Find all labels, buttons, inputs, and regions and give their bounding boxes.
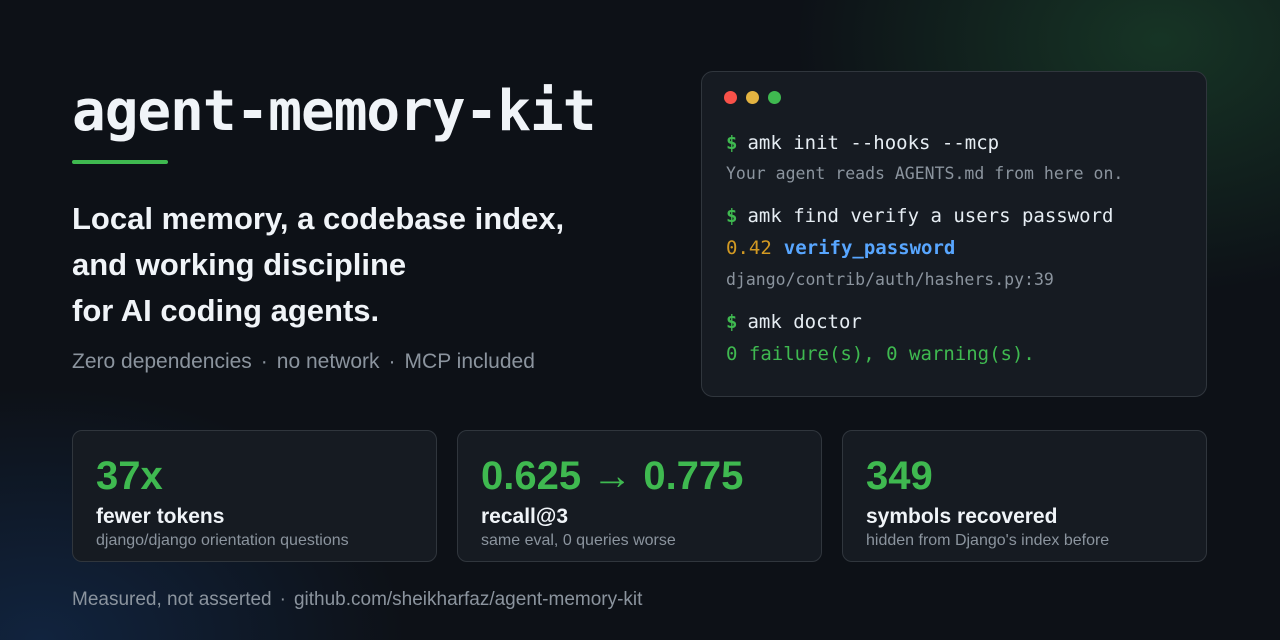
stat-card: 37x fewer tokens django/django orientati…: [72, 430, 437, 562]
command-text: amk doctor: [747, 311, 862, 333]
stat-card: 0.625 → 0.775 recall@3 same eval, 0 quer…: [457, 430, 822, 562]
title-underline: [72, 160, 168, 164]
maximize-dot-icon: [768, 91, 781, 104]
tagline-line: Local memory, a codebase index,: [72, 201, 565, 236]
terminal-output: Your agent reads AGENTS.md from here on.: [726, 164, 1124, 183]
stat-value: 37x: [96, 454, 163, 498]
result-score: 0.42: [726, 237, 772, 259]
doctor-status: 0 failure(s), 0 warning(s).: [726, 343, 1035, 365]
result-symbol: verify_password: [783, 237, 956, 259]
stat-label: recall@3: [481, 505, 569, 528]
footer-note: Measured, not asserted: [72, 589, 272, 610]
terminal-command: $ amk init --hooks --mcp: [726, 132, 999, 154]
repo-link[interactable]: github.com/sheikharfaz/agent-memory-kit: [294, 589, 642, 610]
feature-tags: Zero dependencies · no network · MCP include…: [72, 347, 535, 377]
stat-label: symbols recovered: [866, 505, 1058, 528]
tagline: Local memory, a codebase index, and work…: [72, 196, 564, 334]
separator-dot: ·: [260, 350, 268, 373]
search-result: 0.42 verify_password: [726, 237, 955, 259]
feature-tag: Zero dependencies: [72, 350, 252, 373]
stat-description: same eval, 0 queries worse: [481, 532, 676, 549]
close-dot-icon: [724, 91, 737, 104]
terminal-command: $ amk doctor: [726, 311, 862, 333]
separator-dot: ·: [388, 350, 396, 373]
stat-value: 0.625 → 0.775: [481, 454, 744, 498]
stat-value: 349: [866, 454, 933, 498]
tagline-line: for AI coding agents.: [72, 293, 380, 328]
minimize-dot-icon: [746, 91, 759, 104]
separator-dot: ·: [279, 589, 286, 610]
stat-label: fewer tokens: [96, 505, 225, 528]
terminal-window: $ amk init --hooks --mcp Your agent reads…: [701, 71, 1207, 397]
prompt-symbol: $: [726, 205, 738, 227]
stat-card: 349 symbols recovered hidden from Django…: [842, 430, 1207, 562]
stat-description: django/django orientation questions: [96, 532, 349, 549]
feature-tag: MCP included: [404, 350, 535, 373]
footer: Measured, not asserted · github.com/sheikh…: [72, 588, 642, 612]
project-title: agent-memory-kit: [72, 79, 596, 144]
prompt-symbol: $: [726, 311, 738, 333]
result-path: django/contrib/auth/hashers.py:39: [726, 270, 1054, 289]
stat-description: hidden from Django's index before: [866, 532, 1110, 549]
command-text: amk init --hooks --mcp: [747, 132, 1000, 154]
tagline-line: and working discipline: [72, 247, 407, 282]
prompt-symbol: $: [726, 132, 738, 154]
feature-tag: no network: [276, 350, 380, 373]
command-text: amk find verify a users password: [747, 205, 1114, 227]
terminal-command: $ amk find verify a users password: [726, 205, 1114, 227]
